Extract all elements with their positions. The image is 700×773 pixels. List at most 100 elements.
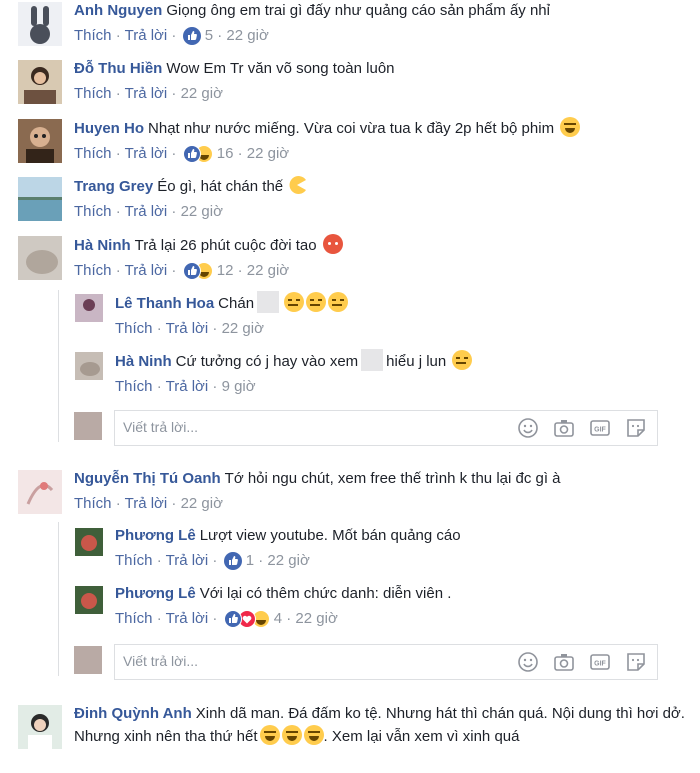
author-name[interactable]: Nguyễn Thị Tú Oanh [74,470,221,487]
like-link[interactable]: Thích [74,27,112,44]
camera-icon[interactable] [553,651,575,673]
camera-icon[interactable] [553,417,575,439]
sticker-icon[interactable] [625,651,647,673]
comment-text: Nhạt như nước miếng. Vừa coi vừa tua k đ… [148,120,555,137]
like-haha-reactions-icon[interactable] [182,262,213,281]
avatar[interactable] [75,528,103,556]
timestamp[interactable]: 9 giờ [222,378,256,395]
author-name[interactable]: Lê Thanh Hoa [115,295,214,312]
author-name[interactable]: Huyen Ho [74,120,144,137]
gif-icon[interactable]: GIF [589,651,611,673]
reply-link[interactable]: Trả lời [125,145,168,162]
avatar[interactable] [18,236,62,280]
comment-text: hiểu j lun [386,353,447,370]
separator: · [217,27,223,44]
separator: · [171,27,177,44]
rofl-emoji-icon [259,725,280,745]
avatar[interactable] [18,177,62,221]
expressionless-emoji-icon [328,292,349,312]
like-link[interactable]: Thích [74,262,112,279]
reply-thread-line [58,290,59,442]
like-icon[interactable] [182,27,201,46]
comment-text: Trả lại 26 phút cuộc đời tao [134,237,317,254]
reaction-count[interactable]: 12 [217,262,234,279]
smiley-icon[interactable] [517,417,539,439]
comment: Đinh Quỳnh Anh Xinh dã man. Đá đấm ko tệ.… [18,703,692,773]
timestamp[interactable]: 22 giờ [181,203,223,220]
reply-link[interactable]: Trả lời [125,85,168,102]
expressionless-emoji-icon [284,292,305,312]
like-link[interactable]: Thích [115,320,153,337]
reply-link[interactable]: Trả lời [166,378,209,395]
reaction-count[interactable]: 16 [217,145,234,162]
timestamp[interactable]: 22 giờ [181,495,223,512]
timestamp[interactable]: 22 giờ [267,552,309,569]
avatar[interactable] [18,705,62,749]
author-name[interactable]: Trang Grey [74,178,153,195]
separator: · [171,145,177,162]
reply-link[interactable]: Trả lời [125,203,168,220]
avatar[interactable] [18,119,62,163]
author-name[interactable]: Phương Lê [115,527,196,544]
like-link[interactable]: Thích [74,495,112,512]
like-link[interactable]: Thích [74,145,112,162]
reply-input[interactable]: Viết trả lời... GIF [114,410,658,446]
comment-text: Tớ hỏi ngu chút, xem free thế trình k th… [224,470,561,487]
reply-link[interactable]: Trả lời [166,320,209,337]
comment: Anh Nguyen Giọng ông em trai gì đấy như q… [18,0,692,50]
separator: · [286,610,292,627]
avatar[interactable] [75,352,103,380]
timestamp[interactable]: 22 giờ [247,262,289,279]
author-name[interactable]: Phương Lê [115,585,196,602]
timestamp[interactable]: 22 giờ [226,27,268,44]
like-link[interactable]: Thích [74,203,112,220]
like-love-haha-reactions-icon[interactable] [223,610,270,629]
comment: Hà Ninh Trả lại 26 phút cuộc đời tao Thíc… [18,234,692,284]
hidden-content [257,291,280,313]
sticker-icon[interactable] [625,417,647,439]
like-link[interactable]: Thích [115,610,153,627]
reply-link[interactable]: Trả lời [125,262,168,279]
avatar[interactable] [18,470,62,514]
comment-text: Chán [218,295,255,312]
separator: · [156,552,162,569]
avatar[interactable] [18,2,62,46]
gif-icon[interactable]: GIF [589,417,611,439]
reply-link[interactable]: Trả lời [166,552,209,569]
reaction-count[interactable]: 1 [246,552,254,569]
author-name[interactable]: Đinh Quỳnh Anh [74,705,192,722]
avatar[interactable] [75,586,103,614]
timestamp[interactable]: 22 giờ [222,320,264,337]
like-haha-reactions-icon[interactable] [182,145,213,164]
reply-input[interactable]: Viết trả lời... GIF [114,644,658,680]
like-link[interactable]: Thích [115,552,153,569]
author-name[interactable]: Hà Ninh [115,353,172,370]
reply-link[interactable]: Trả lời [125,495,168,512]
author-name[interactable]: Anh Nguyen [74,2,162,19]
reply-link[interactable]: Trả lời [166,610,209,627]
like-link[interactable]: Thích [74,85,112,102]
reply-link[interactable]: Trả lời [125,27,168,44]
comment-text: Với lại có thêm chức danh: diễn viên . [199,585,452,602]
reaction-count[interactable]: 5 [205,27,213,44]
reply-thread-line [58,522,59,676]
separator: · [171,203,177,220]
current-user-avatar [74,646,102,674]
like-link[interactable]: Thích [115,378,153,395]
reply-comment: Phương Lê Lượt view youtube. Mốt bán quản… [75,525,692,573]
separator: · [258,552,264,569]
separator: · [212,378,218,395]
timestamp[interactable]: 22 giờ [247,145,289,162]
reply-placeholder: Viết trả lời... [123,653,199,669]
timestamp[interactable]: 22 giờ [181,85,223,102]
author-name[interactable]: Hà Ninh [74,237,131,254]
author-name[interactable]: Đỗ Thu Hiền [74,60,162,77]
expressionless-emoji-icon [452,350,473,370]
timestamp[interactable]: 22 giờ [295,610,337,627]
like-icon[interactable] [223,552,242,571]
avatar[interactable] [18,60,62,104]
smiley-icon[interactable] [517,651,539,673]
reaction-count[interactable]: 4 [274,610,282,627]
avatar[interactable] [75,294,103,322]
laugh-emoji-icon [560,117,581,137]
